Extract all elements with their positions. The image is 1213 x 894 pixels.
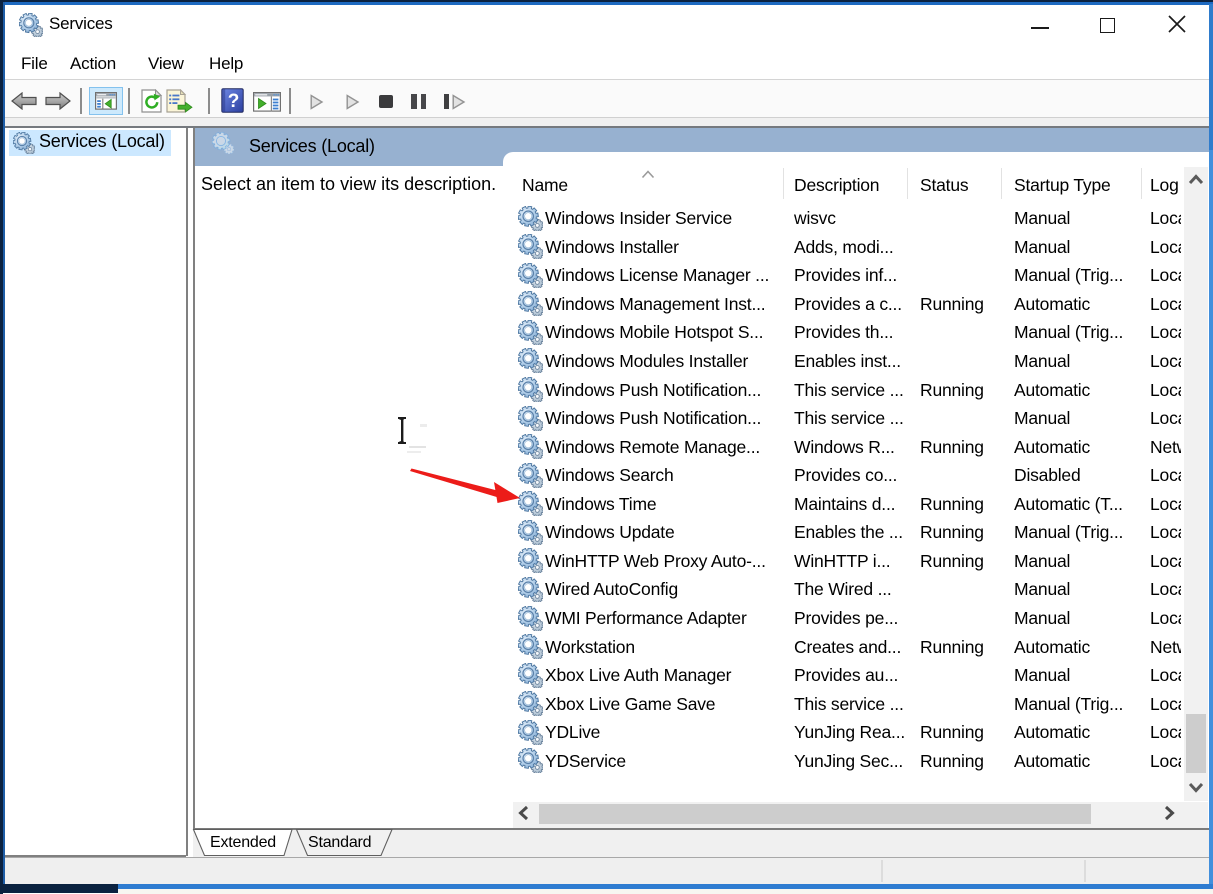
svg-text:?: ?	[228, 91, 240, 112]
